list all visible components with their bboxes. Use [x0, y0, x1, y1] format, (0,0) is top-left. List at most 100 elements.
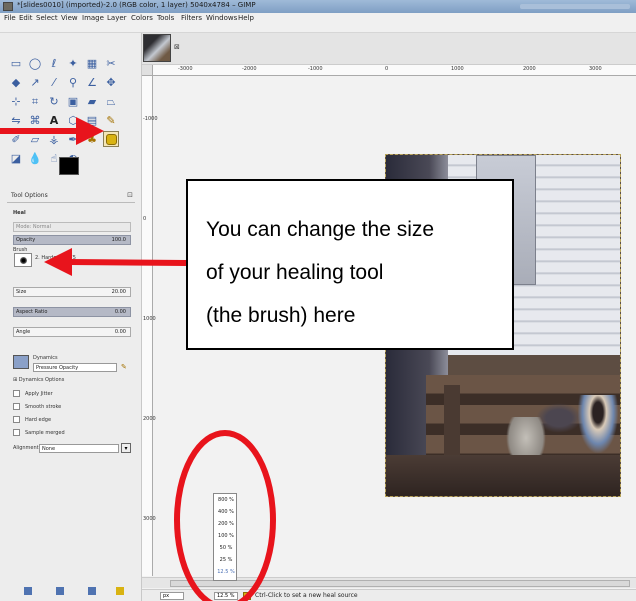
aspect-ratio-slider[interactable]: Aspect Ratio 0.00	[13, 307, 131, 317]
alignment-label: Alignment:	[13, 445, 41, 451]
flip-icon[interactable]: ⇋	[8, 112, 24, 128]
ink-icon[interactable]: ✒	[65, 131, 81, 147]
zoom-option-50[interactable]: 50 %	[214, 542, 238, 554]
airbrush-icon[interactable]: ⚶	[46, 131, 62, 147]
ruler-tick: -3000	[178, 66, 193, 72]
zoom-option-25[interactable]: 25 %	[214, 554, 238, 566]
close-image-icon[interactable]: ⊠	[174, 43, 180, 51]
menu-colors[interactable]: Colors	[131, 13, 153, 33]
zoom-menu: 800 % 400 % 200 % 100 % 50 % 25 % 12.5 %	[213, 493, 237, 581]
pencil-icon[interactable]: ✎	[103, 112, 119, 128]
angle-slider[interactable]: Angle 0.00	[13, 327, 131, 337]
opacity-value: 100.0	[111, 237, 126, 243]
title-bar: *[slides0010] (imported)-2.0 (RGB color,…	[0, 0, 636, 13]
ruler-tick: -1000	[308, 66, 323, 72]
alignment-dropdown-icon[interactable]: ▾	[121, 443, 131, 453]
alignment-select[interactable]: None	[39, 444, 119, 453]
ruler-corner[interactable]	[142, 65, 153, 76]
color-select-icon[interactable]: ▦	[84, 55, 100, 71]
scale-icon[interactable]: ▣	[65, 93, 81, 109]
apply-jitter-checkbox[interactable]	[13, 390, 20, 397]
menu-image[interactable]: Image	[82, 13, 104, 33]
crop-icon[interactable]: ⌗	[27, 93, 43, 109]
fuzzy-select-icon[interactable]: ✦	[65, 55, 81, 71]
sample-merged-checkbox[interactable]	[13, 429, 20, 436]
brush-preview[interactable]	[14, 253, 32, 267]
size-value: 20.00	[111, 289, 126, 295]
menu-help[interactable]: Help	[238, 13, 254, 33]
zoom-option-400[interactable]: 400 %	[214, 506, 238, 518]
vertical-ruler[interactable]: -1000 0 1000 2000 3000	[142, 76, 158, 576]
color-picker-icon[interactable]: ⁄	[46, 74, 62, 90]
gimp-app-icon	[3, 2, 13, 11]
move-icon[interactable]: ✥	[103, 74, 119, 90]
menu-filters[interactable]: Filters	[181, 13, 202, 33]
clone-icon[interactable]: ♣	[84, 131, 100, 147]
dynamics-icon[interactable]	[13, 355, 29, 369]
image-thumbnail[interactable]	[143, 34, 171, 62]
dynamics-select[interactable]: Pressure Opacity	[33, 363, 117, 372]
horizontal-ruler[interactable]: -3000 -2000 -1000 0 1000 2000 3000	[153, 65, 636, 76]
zoom-option-12-5[interactable]: 12.5 %	[214, 566, 238, 578]
hard-edge-checkbox[interactable]	[13, 416, 20, 423]
measure-icon[interactable]: ∠	[84, 74, 100, 90]
eraser-icon[interactable]: ▱	[27, 131, 43, 147]
mode-select[interactable]: Mode: Normal	[13, 222, 131, 232]
unit-select[interactable]: px	[160, 592, 184, 600]
zoom-icon[interactable]: ⚲	[65, 74, 81, 90]
aspect-ratio-label: Aspect Ratio	[16, 309, 48, 315]
window-title: *[slides0010] (imported)-2.0 (RGB color,…	[17, 1, 256, 9]
angle-value: 0.00	[114, 329, 126, 335]
ruler-tick: 3000	[143, 516, 156, 522]
zoom-option-100[interactable]: 100 %	[214, 530, 238, 542]
menu-edit[interactable]: Edit	[19, 13, 33, 33]
ellipse-select-icon[interactable]: ◯	[27, 55, 43, 71]
smooth-stroke-checkbox[interactable]	[13, 403, 20, 410]
ruler-tick: 1000	[143, 316, 156, 322]
cage-icon[interactable]: ⌘	[27, 112, 43, 128]
save-options-icon[interactable]	[24, 587, 32, 595]
rect-select-icon[interactable]: ▭	[8, 55, 24, 71]
opacity-slider[interactable]: Opacity 100.0	[13, 235, 131, 245]
foreground-color[interactable]	[59, 157, 79, 175]
sample-merged-label: Sample merged	[25, 430, 65, 436]
scrollbar-thumb[interactable]	[170, 580, 630, 587]
paths-icon[interactable]: ↗	[27, 74, 43, 90]
bucket-fill-icon[interactable]: ⬡	[65, 112, 81, 128]
text-icon[interactable]: A	[46, 112, 62, 128]
reset-options-icon[interactable]	[116, 587, 124, 595]
blur-icon[interactable]: 💧	[27, 150, 43, 166]
menu-tools[interactable]: Tools	[157, 13, 174, 33]
menu-layer[interactable]: Layer	[107, 13, 127, 33]
menu-select[interactable]: Select	[36, 13, 58, 33]
smooth-stroke-label: Smooth stroke	[25, 404, 62, 410]
scissors-icon[interactable]: ✂	[103, 55, 119, 71]
blend-icon[interactable]: ▤	[84, 112, 100, 128]
rotate-icon[interactable]: ↻	[46, 93, 62, 109]
foreground-select-icon[interactable]: ◆	[8, 74, 24, 90]
menu-view[interactable]: View	[61, 13, 78, 33]
shear-icon[interactable]: ▰	[84, 93, 100, 109]
zoom-option-200[interactable]: 200 %	[214, 518, 238, 530]
callout-box: You can change the size of your healing …	[186, 179, 514, 350]
perspective-icon[interactable]: ⏢	[103, 93, 119, 109]
restore-options-icon[interactable]	[56, 587, 64, 595]
delete-options-icon[interactable]	[88, 587, 96, 595]
tool-options-tab[interactable]: Tool Options ⊡	[7, 189, 135, 203]
menu-windows[interactable]: Windows	[206, 13, 237, 33]
heal-icon[interactable]	[103, 131, 119, 147]
dynamics-options-expander[interactable]: ⊞ Dynamics Options	[13, 377, 64, 383]
size-slider[interactable]: Size 20.00	[13, 287, 131, 297]
window-title-right	[520, 4, 630, 9]
zoom-select[interactable]: 12.5 %	[214, 592, 238, 600]
color-swatches[interactable]	[59, 157, 89, 185]
callout-line-3: (the brush) here	[206, 304, 356, 327]
paintbrush-icon[interactable]: ✐	[8, 131, 24, 147]
menu-file[interactable]: File	[4, 13, 16, 33]
align-icon[interactable]: ⊹	[8, 93, 24, 109]
perspective-clone-icon[interactable]: ◪	[8, 150, 24, 166]
dynamics-edit-icon[interactable]: ✎	[121, 363, 131, 372]
free-select-icon[interactable]: ℓ	[46, 55, 62, 71]
panel-menu-icon[interactable]: ⊡	[127, 191, 133, 199]
zoom-option-800[interactable]: 800 %	[214, 494, 238, 506]
